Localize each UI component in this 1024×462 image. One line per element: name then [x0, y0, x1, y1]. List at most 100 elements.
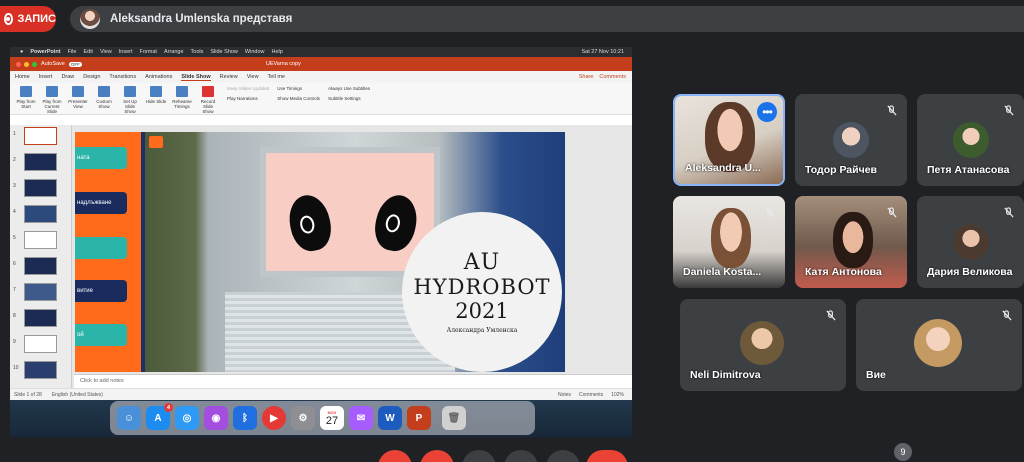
autosave-toggle: OFF [68, 61, 82, 67]
thumbnail [24, 231, 57, 249]
ribbon-label: Hide Slide [145, 99, 167, 104]
participant-avatar [740, 321, 784, 365]
ribbon-options-3: Always Use Subtitles Subtitle Settings [328, 86, 370, 101]
menu-arrange: Arrange [163, 49, 184, 55]
use-timings-option: Use Timings [277, 86, 303, 91]
play-icon [46, 86, 58, 97]
mac-desktop: ☺ A4 ◎ ◉ ᛒ ▶ ⚙ NOV 27 ✉ W P 🗑 [10, 400, 632, 437]
slide-button: ната [75, 147, 127, 169]
participant-tile[interactable]: Дария Великова [917, 196, 1024, 288]
participant-avatar [914, 319, 962, 367]
menu-icon [149, 136, 163, 148]
participant-tile[interactable]: Daniela Kosta... [673, 196, 785, 288]
safari-icon: ◎ [175, 406, 199, 430]
menu-tools: Tools [190, 49, 204, 55]
thumbnail [24, 335, 57, 353]
comments-toggle: Comments [579, 391, 604, 398]
thumb-number: 6 [13, 261, 16, 267]
more-button[interactable] [546, 450, 580, 462]
thumb-number: 8 [13, 313, 16, 319]
menu-slideshow: Slide Show [210, 49, 238, 55]
minimize-icon [24, 61, 29, 67]
ribbon-tabs: Home Insert Draw Design Transitions Anim… [10, 71, 632, 83]
mac-menubar: ● PowerPoint File Edit View Insert Forma… [10, 47, 632, 57]
maximize-icon [32, 61, 37, 67]
word-icon: W [378, 406, 402, 430]
mic-toggle-button[interactable] [378, 450, 412, 462]
thumbnail [24, 153, 57, 171]
tab-animations: Animations [145, 74, 173, 80]
robot-left-eye [284, 191, 336, 255]
calendar-icon: NOV 27 [320, 406, 344, 430]
zoom-level: 102% [611, 391, 624, 398]
leave-call-button[interactable] [586, 450, 628, 462]
more-options-button[interactable]: ••• [757, 102, 777, 122]
presenter-text: Aleksandra Umlenska представя [110, 13, 293, 25]
appstore-badge: 4 [164, 403, 173, 412]
thumb-number: 3 [13, 183, 16, 189]
custom-show-icon [98, 86, 110, 97]
tab-transitions: Transitions [109, 74, 137, 80]
recording-indicator[interactable]: ЗАПИС [0, 6, 56, 32]
participant-tile[interactable]: Тодор Райчев [795, 94, 907, 186]
captions-button[interactable] [462, 450, 496, 462]
presenter-avatar [80, 9, 100, 29]
siri-icon: ◉ [204, 406, 228, 430]
notes-pane: Click to add notes [74, 374, 632, 388]
timer-icon [176, 86, 188, 97]
mic-off-icon [1000, 204, 1016, 220]
play-narrations-option: Play Narrations [227, 96, 258, 101]
participant-name: Дария Великова [927, 266, 1013, 278]
presenter-banner: Aleksandra Umlenska представя [70, 6, 1024, 32]
participant-tile[interactable]: Петя Атанасова [917, 94, 1024, 186]
record-icon [202, 86, 214, 97]
subtitle-settings-option: Subtitle Settings [328, 96, 361, 101]
mic-off-icon [1000, 102, 1016, 118]
ribbon: Play from Start Play from Current Slide … [10, 83, 632, 115]
menu-insert: Insert [118, 49, 133, 55]
youtube-icon: ▶ [262, 406, 286, 430]
participant-tile[interactable]: Вие [856, 299, 1022, 391]
ppt-titlebar: AutoSave OFF UEVarna copy [10, 57, 632, 71]
slide-editor: 1 2 3 4 5 6 7 8 9 10 ната надлъжване вит… [10, 125, 632, 388]
always-subtitles-option: Always Use Subtitles [328, 86, 371, 91]
setup-icon [124, 86, 136, 97]
participant-tile[interactable]: ••• Aleksandra U... [673, 94, 785, 186]
menu-window: Window [244, 49, 265, 55]
thumbnail [24, 257, 57, 275]
participant-name: Aleksandra U... [685, 162, 761, 174]
participant-tile[interactable]: Neli Dimitrova [680, 299, 846, 391]
mic-off-icon [761, 204, 777, 220]
dock-separator [436, 406, 437, 430]
tab-slideshow: Slide Show [181, 73, 211, 81]
thumb-number: 9 [13, 339, 16, 345]
tab-review: Review [219, 74, 238, 80]
participant-tile[interactable]: Катя Антонова [795, 196, 907, 288]
thumbnail [24, 361, 57, 379]
present-button[interactable] [504, 450, 538, 462]
participant-avatar [833, 122, 869, 158]
thumbnail [24, 283, 57, 301]
people-count-badge[interactable]: 9 [894, 443, 912, 461]
tab-insert: Insert [38, 74, 53, 80]
ribbon-label: Play from Start [16, 99, 36, 109]
thumbnail [24, 179, 57, 197]
camera-toggle-button[interactable] [420, 450, 454, 462]
current-slide: ната надлъжване витие ой AU HYDROBOT 202… [75, 132, 565, 372]
notes-toggle: Notes [557, 391, 572, 398]
apple-icon: ● [20, 49, 24, 55]
participant-name: Петя Атанасова [927, 164, 1010, 176]
ppt-statusbar: Slide 1 of 28 English (United States) No… [10, 388, 632, 400]
ribbon-label: Custom Show [96, 99, 112, 109]
ppt-comments-button: Comments [599, 74, 626, 80]
slide-button: витие [75, 280, 127, 302]
slide-thumbnails: 1 2 3 4 5 6 7 8 9 10 [10, 125, 72, 388]
tab-design: Design [83, 74, 101, 80]
presenter-icon [72, 86, 84, 97]
mac-dock: ☺ A4 ◎ ◉ ᛒ ▶ ⚙ NOV 27 ✉ W P 🗑 [110, 401, 535, 435]
slide-button [75, 237, 127, 259]
tab-home: Home [15, 74, 30, 80]
keep-updated-option: Keep Slides Updated [227, 86, 270, 91]
autosave-label: AutoSave [41, 61, 65, 67]
participant-name: Тодор Райчев [805, 164, 877, 176]
